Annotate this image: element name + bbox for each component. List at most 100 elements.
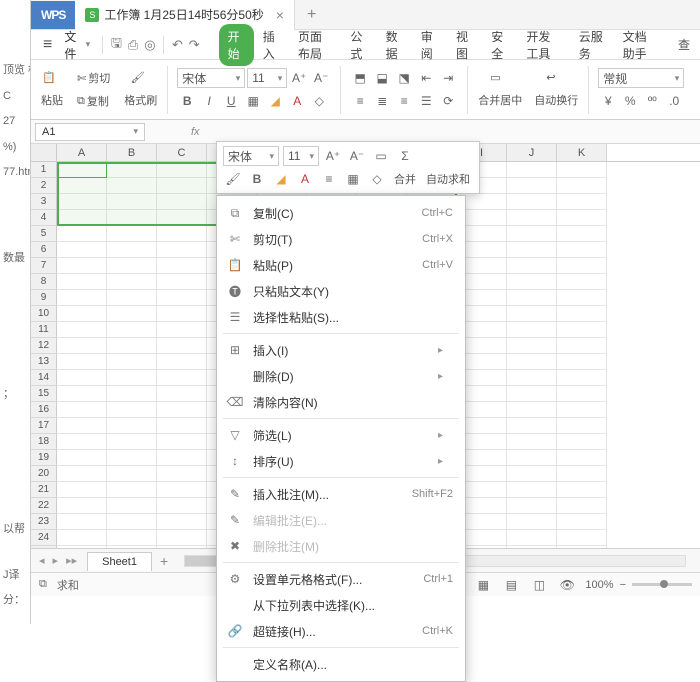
ctx-排序U[interactable]: ↕排序(U)▸: [217, 448, 465, 474]
cell[interactable]: [107, 466, 157, 482]
cell[interactable]: [557, 162, 607, 178]
row-header[interactable]: 4: [31, 210, 57, 226]
row-header[interactable]: 19: [31, 450, 57, 466]
tab-layout[interactable]: 页面布局: [289, 24, 341, 66]
add-sheet-button[interactable]: +: [152, 553, 176, 569]
cell[interactable]: [57, 434, 107, 450]
cell[interactable]: [557, 498, 607, 514]
align-left-icon[interactable]: ≡: [350, 91, 370, 111]
mini-bold-button[interactable]: B: [247, 169, 267, 189]
row-header[interactable]: 14: [31, 370, 57, 386]
print-icon[interactable]: ⎙: [126, 36, 141, 54]
cell[interactable]: [107, 530, 157, 546]
tab-dev[interactable]: 开发工具: [517, 24, 569, 66]
cell[interactable]: [57, 514, 107, 530]
row-header[interactable]: 11: [31, 322, 57, 338]
bold-button[interactable]: B: [177, 91, 197, 111]
new-tab-button[interactable]: +: [295, 6, 328, 24]
cell[interactable]: [507, 514, 557, 530]
cell[interactable]: [557, 530, 607, 546]
font-name-combo[interactable]: 宋体▾: [177, 68, 245, 88]
cell[interactable]: [57, 546, 107, 548]
cell[interactable]: [157, 306, 207, 322]
cell[interactable]: [507, 354, 557, 370]
cell[interactable]: [57, 354, 107, 370]
cell[interactable]: [557, 290, 607, 306]
cell[interactable]: [157, 242, 207, 258]
cell[interactable]: [57, 450, 107, 466]
cell[interactable]: [157, 226, 207, 242]
cell[interactable]: [107, 226, 157, 242]
cell[interactable]: [157, 546, 207, 548]
cell[interactable]: [507, 306, 557, 322]
row-header[interactable]: 1: [31, 162, 57, 178]
cut-button[interactable]: ✄剪切: [74, 68, 113, 88]
indent-increase-icon[interactable]: ⇥: [438, 68, 458, 88]
cell[interactable]: [57, 306, 107, 322]
redo-icon[interactable]: ↷: [187, 36, 202, 54]
cell[interactable]: [557, 354, 607, 370]
cell[interactable]: [107, 242, 157, 258]
ctx-粘贴P[interactable]: 📋粘贴(P)Ctrl+V: [217, 252, 465, 278]
close-tab-icon[interactable]: ×: [276, 7, 284, 23]
italic-button[interactable]: I: [199, 91, 219, 111]
fx-label[interactable]: fx: [191, 126, 200, 138]
view-eye-icon[interactable]: 👁: [557, 575, 577, 595]
cell[interactable]: [557, 194, 607, 210]
cell[interactable]: [107, 306, 157, 322]
row-header[interactable]: 10: [31, 306, 57, 322]
cell[interactable]: [507, 210, 557, 226]
cell[interactable]: [57, 466, 107, 482]
cell[interactable]: [157, 290, 207, 306]
cell[interactable]: [57, 498, 107, 514]
tab-data[interactable]: 数据: [377, 24, 412, 66]
tab-cloud[interactable]: 云服务: [570, 24, 614, 66]
percent-icon[interactable]: %: [620, 91, 640, 111]
align-right-icon[interactable]: ≡: [394, 91, 414, 111]
tab-helper[interactable]: 文档助手: [614, 24, 666, 66]
ctx-选择性粘贴S[interactable]: ☰选择性粘贴(S)...: [217, 304, 465, 330]
tab-insert[interactable]: 插入: [254, 24, 289, 66]
increase-font-icon[interactable]: A⁺: [289, 68, 309, 88]
ctx-只粘贴文本Y[interactable]: 🅣只粘贴文本(Y): [217, 278, 465, 304]
cell[interactable]: [107, 498, 157, 514]
cell[interactable]: [107, 162, 157, 178]
cell[interactable]: [107, 514, 157, 530]
cell[interactable]: [107, 322, 157, 338]
mini-decrease-font-icon[interactable]: A⁻: [347, 146, 367, 166]
cell[interactable]: [157, 194, 207, 210]
cell[interactable]: [507, 226, 557, 242]
cell[interactable]: [557, 306, 607, 322]
mini-autosum-icon[interactable]: Σ: [395, 146, 415, 166]
sheet-options-icon[interactable]: ⧉: [39, 578, 47, 591]
cell[interactable]: [557, 434, 607, 450]
merge-center-button[interactable]: ▭ 合并居中: [474, 69, 526, 110]
row-header[interactable]: 6: [31, 242, 57, 258]
cell[interactable]: [507, 338, 557, 354]
mini-merge-icon[interactable]: ▭: [371, 146, 391, 166]
cell[interactable]: [557, 370, 607, 386]
cell[interactable]: [507, 498, 557, 514]
cell[interactable]: [107, 274, 157, 290]
cell[interactable]: [57, 194, 107, 210]
mini-border-icon[interactable]: ▦: [343, 169, 363, 189]
font-color-button[interactable]: A: [287, 91, 307, 111]
cell[interactable]: [557, 178, 607, 194]
preview-icon[interactable]: ◎: [143, 36, 158, 54]
cell[interactable]: [57, 418, 107, 434]
ctx-从下拉列表中选择K[interactable]: 从下拉列表中选择(K)...: [217, 592, 465, 618]
decimal-icon[interactable]: .0: [664, 91, 684, 111]
cell[interactable]: [57, 370, 107, 386]
mini-increase-font-icon[interactable]: A⁺: [323, 146, 343, 166]
name-box[interactable]: A1▾: [35, 123, 145, 141]
cell[interactable]: [107, 418, 157, 434]
ctx-清除内容N[interactable]: ⌫清除内容(N): [217, 389, 465, 415]
cell[interactable]: [107, 354, 157, 370]
row-header[interactable]: 23: [31, 514, 57, 530]
row-header[interactable]: 5: [31, 226, 57, 242]
align-center-icon[interactable]: ≣: [372, 91, 392, 111]
row-header[interactable]: 21: [31, 482, 57, 498]
row-header[interactable]: 24: [31, 530, 57, 546]
cell[interactable]: [107, 210, 157, 226]
mini-font-size[interactable]: 11▾: [283, 146, 319, 166]
